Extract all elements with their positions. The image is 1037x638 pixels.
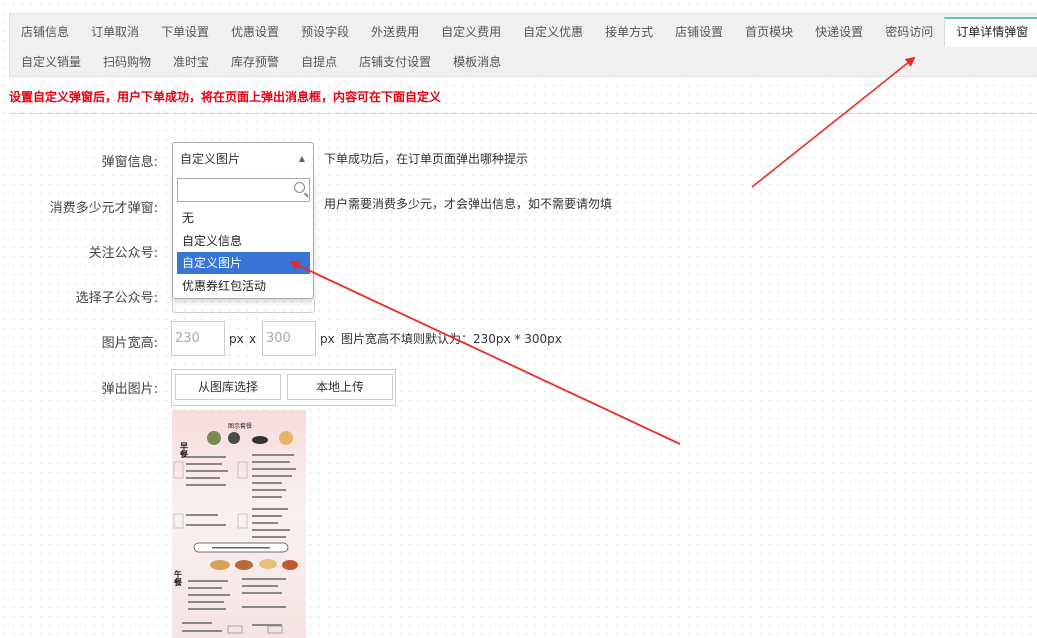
width-unit: px [229,332,244,346]
choose-from-gallery-button[interactable]: 从图库选择 [175,374,281,400]
settings-tab-bar: 店铺信息 订单取消 下单设置 优惠设置 预设字段 外送费用 自定义费用 自定义优… [9,13,1037,77]
divider [9,113,1037,114]
poster-title: 图示套餐 [228,422,252,430]
caret-up-icon: ▲ [298,154,305,163]
tab-scan-shopping[interactable]: 扫码购物 [92,47,162,77]
poster-lunch-heading: 午餐 [173,569,183,587]
tab-store-info[interactable]: 店铺信息 [10,17,80,47]
tab-ontime[interactable]: 准时宝 [162,47,220,77]
image-size-hint: 图片宽高不填则默认为：230px * 300px [341,332,562,346]
tab-custom-sales[interactable]: 自定义销量 [10,47,92,77]
popup-type-dropdown: 无 自定义信息 自定义图片 优惠券红包活动 [172,173,314,299]
tab-order-cancel[interactable]: 订单取消 [80,17,150,47]
tab-express-settings[interactable]: 快递设置 [804,17,874,47]
tab-custom-discount[interactable]: 自定义优惠 [512,17,594,47]
sub-account-select[interactable] [172,299,315,313]
min-spend-hint: 用户需要消费多少元，才会弹出信息，如不需要请勿填 [324,197,613,211]
image-size-label: 图片宽高: [101,336,158,351]
height-unit: px [320,332,335,346]
popup-type-select[interactable]: 自定义图片 ▲ [172,142,314,174]
dropdown-option-coupon[interactable]: 优惠券红包活动 [177,275,310,297]
tab-preset-fields[interactable]: 预设字段 [290,17,360,47]
dropdown-option-custom-info[interactable]: 自定义信息 [177,230,310,252]
tab-stock-alert[interactable]: 库存预警 [220,47,290,77]
tab-shop-settings[interactable]: 店铺设置 [664,17,734,47]
min-spend-label: 消费多少元才弹窗: [49,201,158,216]
image-height-input[interactable]: 300 [262,321,316,356]
sub-account-label: 选择子公众号: [75,291,158,306]
arrow-to-custom-image-option [289,260,681,445]
popup-type-selected: 自定义图片 [180,152,241,166]
local-upload-button[interactable]: 本地上传 [287,374,393,400]
notice-text: 设置自定义弹窗后，用户下单成功，将在页面上弹出消息框，内容可在下面自定义 [9,90,442,104]
tab-row-1: 店铺信息 订单取消 下单设置 优惠设置 预设字段 外送费用 自定义费用 自定义优… [10,17,1037,47]
popup-info-label: 弹窗信息: [101,155,158,170]
tab-pickup-point[interactable]: 自提点 [290,47,348,77]
tab-row-2: 自定义销量 扫码购物 准时宝 库存预警 自提点 店铺支付设置 模板消息 [10,47,512,77]
dropdown-option-custom-image[interactable]: 自定义图片 [177,252,310,274]
dropdown-search-input[interactable] [177,178,310,202]
popup-image-label: 弹出图片: [101,382,158,397]
tab-order-settings[interactable]: 下单设置 [150,17,220,47]
popup-image-preview: 图示套餐 早餐 午餐 [172,410,306,638]
tab-order-detail-popup[interactable]: 订单详情弹窗 [944,17,1037,47]
tab-delivery-fee[interactable]: 外送费用 [360,17,430,47]
arrow-to-popup-tab [751,56,916,188]
popup-type-hint: 下单成功后，在订单页面弹出哪种提示 [324,152,529,166]
image-width-input[interactable]: 230 [171,321,225,356]
tab-custom-fee[interactable]: 自定义费用 [430,17,512,47]
search-icon [294,182,305,193]
dropdown-option-none[interactable]: 无 [177,207,310,229]
tab-template-messages[interactable]: 模板消息 [442,47,512,77]
tab-order-accept[interactable]: 接单方式 [594,17,664,47]
tab-payment-settings[interactable]: 店铺支付设置 [348,47,442,77]
tab-home-modules[interactable]: 首页模块 [734,17,804,47]
tab-discount-settings[interactable]: 优惠设置 [220,17,290,47]
size-separator: x [249,332,257,346]
follow-account-label: 关注公众号: [88,246,158,261]
image-source-group: 从图库选择 本地上传 [171,369,396,406]
tab-password-access[interactable]: 密码访问 [874,17,944,47]
